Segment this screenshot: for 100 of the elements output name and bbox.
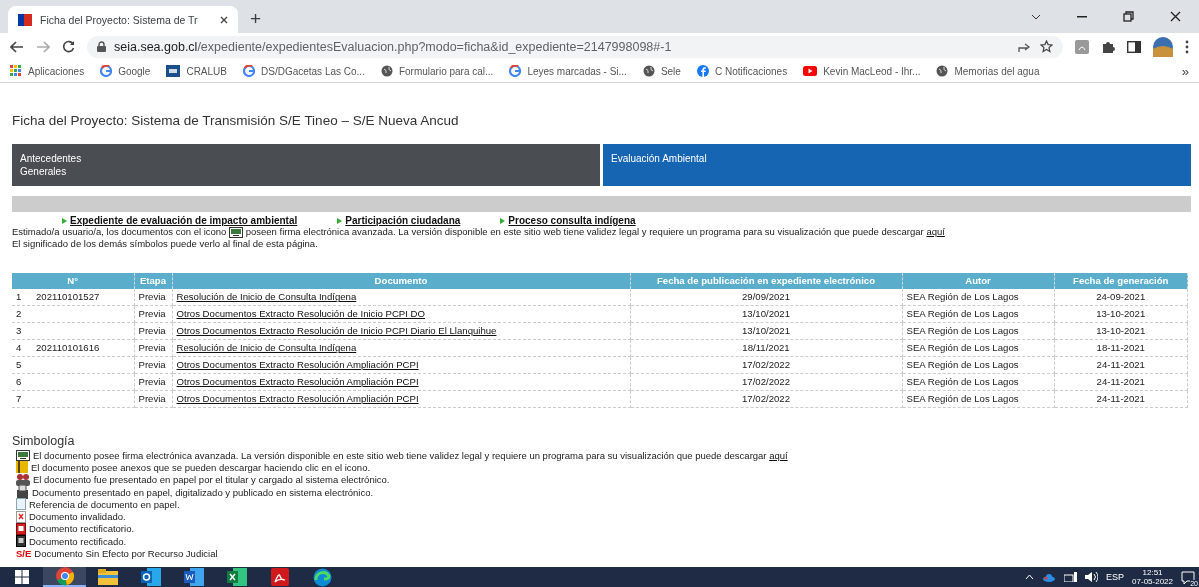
table-cell: SEA Región de Los Lagos (902, 339, 1054, 357)
section-link[interactable]: Expediente de evaluación de impacto ambiental (70, 215, 298, 226)
windows-logo-icon (14, 570, 29, 584)
youtube-icon[interactable] (803, 66, 818, 76)
bookmark-link[interactable]: DS/DGacetas Las Co... (261, 65, 365, 77)
arrow-bullet-icon (62, 217, 67, 224)
bookmark-link[interactable]: C Notificaciones (714, 65, 788, 77)
document-link[interactable]: Otros Documentos Extracto Resolución de Inicio PCPI Diario El Llanquihue (176, 325, 497, 337)
document-link[interactable]: Otros Documentos Extracto Resolución de Inicio PCPI DO (176, 308, 425, 320)
row-index: 2 (16, 308, 23, 320)
row-index: 3 (16, 325, 23, 337)
bookmark-link[interactable]: Kevin MacLeod - Ihr... (823, 65, 921, 77)
document-link[interactable]: Otros Documentos Extracto Resolución Ampliación PCPI (176, 393, 419, 405)
puzzle-icon[interactable] (1101, 39, 1115, 54)
browser-tab[interactable]: Ficha del Proyecto: Sistema de Tr (8, 6, 238, 33)
table-cell: 13-10-2021 (1054, 322, 1188, 340)
side-panel-icon[interactable] (1127, 40, 1141, 53)
pdf-extension-icon[interactable] (1075, 39, 1089, 54)
star-icon[interactable] (1040, 40, 1053, 53)
minimize-icon[interactable] (1077, 15, 1087, 18)
legend-text: Documento rectificado. (29, 535, 127, 547)
speaker-icon[interactable] (1085, 572, 1099, 582)
bookmark-link[interactable]: Formulario para cal... (398, 65, 494, 77)
page-title: Ficha del Proyecto: Sistema de Transmisión S/E Tineo – S/E Nueva Ancud (12, 113, 460, 128)
scanner-icon (16, 485, 29, 500)
notice-text: Estimado/a usuario/a, los documentos con el icono poseen firma electrónica avanzada. La versión disponible en este sitio web tiene validez legal y requiere un programa para su visualización que puede descargar aquí (12, 226, 946, 238)
download-link[interactable]: aquí (926, 226, 945, 237)
download-link[interactable]: aquí (769, 449, 788, 461)
table-cell: 13/10/2021 (630, 322, 902, 340)
table-cell: Previa (134, 305, 172, 323)
lock-icon (97, 41, 106, 52)
globe-icon[interactable] (380, 65, 393, 77)
table-cell: 18/11/2021 (630, 339, 902, 357)
more-bookmarks-button[interactable]: » (1181, 63, 1189, 79)
bookmark-link[interactable]: Google (118, 65, 151, 77)
close-icon[interactable] (220, 15, 228, 24)
document-link[interactable]: Resolución de Inicio de Consulta Indígena (176, 342, 357, 354)
flag-icon (18, 13, 32, 26)
table-cell: Previa (134, 339, 172, 357)
network-icon[interactable] (1064, 572, 1078, 582)
table-cell: SEA Región de Los Lagos (902, 289, 1054, 306)
chevron-down-icon[interactable] (1031, 13, 1041, 20)
apps-grid-icon[interactable] (10, 65, 22, 77)
bookmark-link[interactable]: CRALUB (186, 65, 227, 77)
bookmark-logo-icon[interactable] (166, 65, 181, 77)
section-tab[interactable]: Antecedentes Generales (12, 144, 600, 186)
language-indicator[interactable]: ESP (1106, 572, 1125, 582)
table-cell: 18-11-2021 (1054, 339, 1188, 357)
restore-icon[interactable] (1123, 11, 1134, 22)
caret-up-icon[interactable] (1025, 574, 1035, 580)
section-link[interactable]: Participación ciudadana (345, 215, 461, 226)
void-mark: S/E (16, 548, 32, 559)
table-cell: 13/10/2021 (630, 305, 902, 323)
bookmark-link[interactable]: Memorias del agua (954, 65, 1040, 77)
row-index: 7 (16, 393, 23, 405)
google-icon[interactable] (243, 65, 255, 77)
bookmark-link[interactable]: Aplicaciones (28, 65, 85, 77)
globe-icon[interactable] (642, 65, 655, 77)
invalid-page-icon (16, 510, 26, 523)
legend-text: Documento rectificatorio. (29, 523, 135, 535)
kebab-menu-icon[interactable] (1185, 39, 1189, 54)
section-link[interactable]: Proceso consulta indígena (508, 215, 636, 226)
pdf-app-icon[interactable] (270, 568, 289, 586)
mail-app-icon[interactable] (140, 568, 161, 586)
chrome-icon[interactable] (54, 566, 75, 586)
profile-avatar-icon[interactable] (1153, 36, 1173, 57)
legend-text: El documento posee anexos que se pueden descargar haciendo clic en el icono. (31, 461, 371, 473)
reload-icon[interactable] (62, 40, 75, 53)
column-header: Autor (902, 273, 1054, 289)
document-link[interactable]: Resolución de Inicio de Consulta Indígena (176, 291, 357, 303)
spreadsheet-app-icon[interactable] (226, 568, 247, 586)
section-tab[interactable]: Evaluación Ambiental (603, 144, 1191, 186)
browser-app-icon[interactable] (313, 567, 332, 587)
cloud-icon[interactable] (1042, 572, 1057, 582)
new-tab-button[interactable]: + (238, 5, 274, 33)
clock[interactable]: 12:51 07-05-2022 (1132, 568, 1173, 586)
bookmark-link[interactable]: Leyes marcadas - Si... (527, 65, 627, 77)
google-icon[interactable] (100, 65, 113, 77)
bookmark-link[interactable]: Sele (660, 65, 681, 77)
table-cell: SEA Región de Los Lagos (902, 373, 1054, 391)
document-link[interactable]: Otros Documentos Extracto Resolución Ampliación PCPI (176, 359, 419, 371)
globe-icon[interactable] (936, 65, 949, 77)
legend-text: Documento invalidado. (29, 511, 126, 523)
facebook-icon[interactable] (696, 65, 709, 77)
back-arrow-icon[interactable] (10, 40, 24, 53)
column-header: Fecha de publicación en expediente electrónico (630, 273, 902, 289)
folder-icon[interactable] (97, 569, 118, 585)
address-bar[interactable]: seia.sea.gob.cl/expediente/expedientesEvaluacion.php?modo=ficha&id_expediente=2147998098#-1 (87, 35, 1063, 58)
people-icon (16, 473, 30, 487)
google-icon[interactable] (509, 65, 522, 77)
document-app-icon[interactable] (183, 568, 204, 586)
certificate-icon (229, 227, 244, 238)
legend-text: El documento posee firma electrónica avanzada. La versión disponible en este sitio web tiene validez legal y requiere un programa para su visualización que puede descargar aquí (33, 449, 788, 461)
document-link[interactable]: Otros Documentos Extracto Resolución Ampliación PCPI (176, 376, 419, 388)
filled-page-icon (16, 535, 26, 548)
table-cell: 29/09/2021 (630, 289, 902, 306)
legend-title: Simbología (12, 434, 76, 448)
table-cell: 24-11-2021 (1054, 373, 1188, 391)
close-icon[interactable] (1170, 11, 1181, 22)
table-cell: Previa (134, 322, 172, 340)
